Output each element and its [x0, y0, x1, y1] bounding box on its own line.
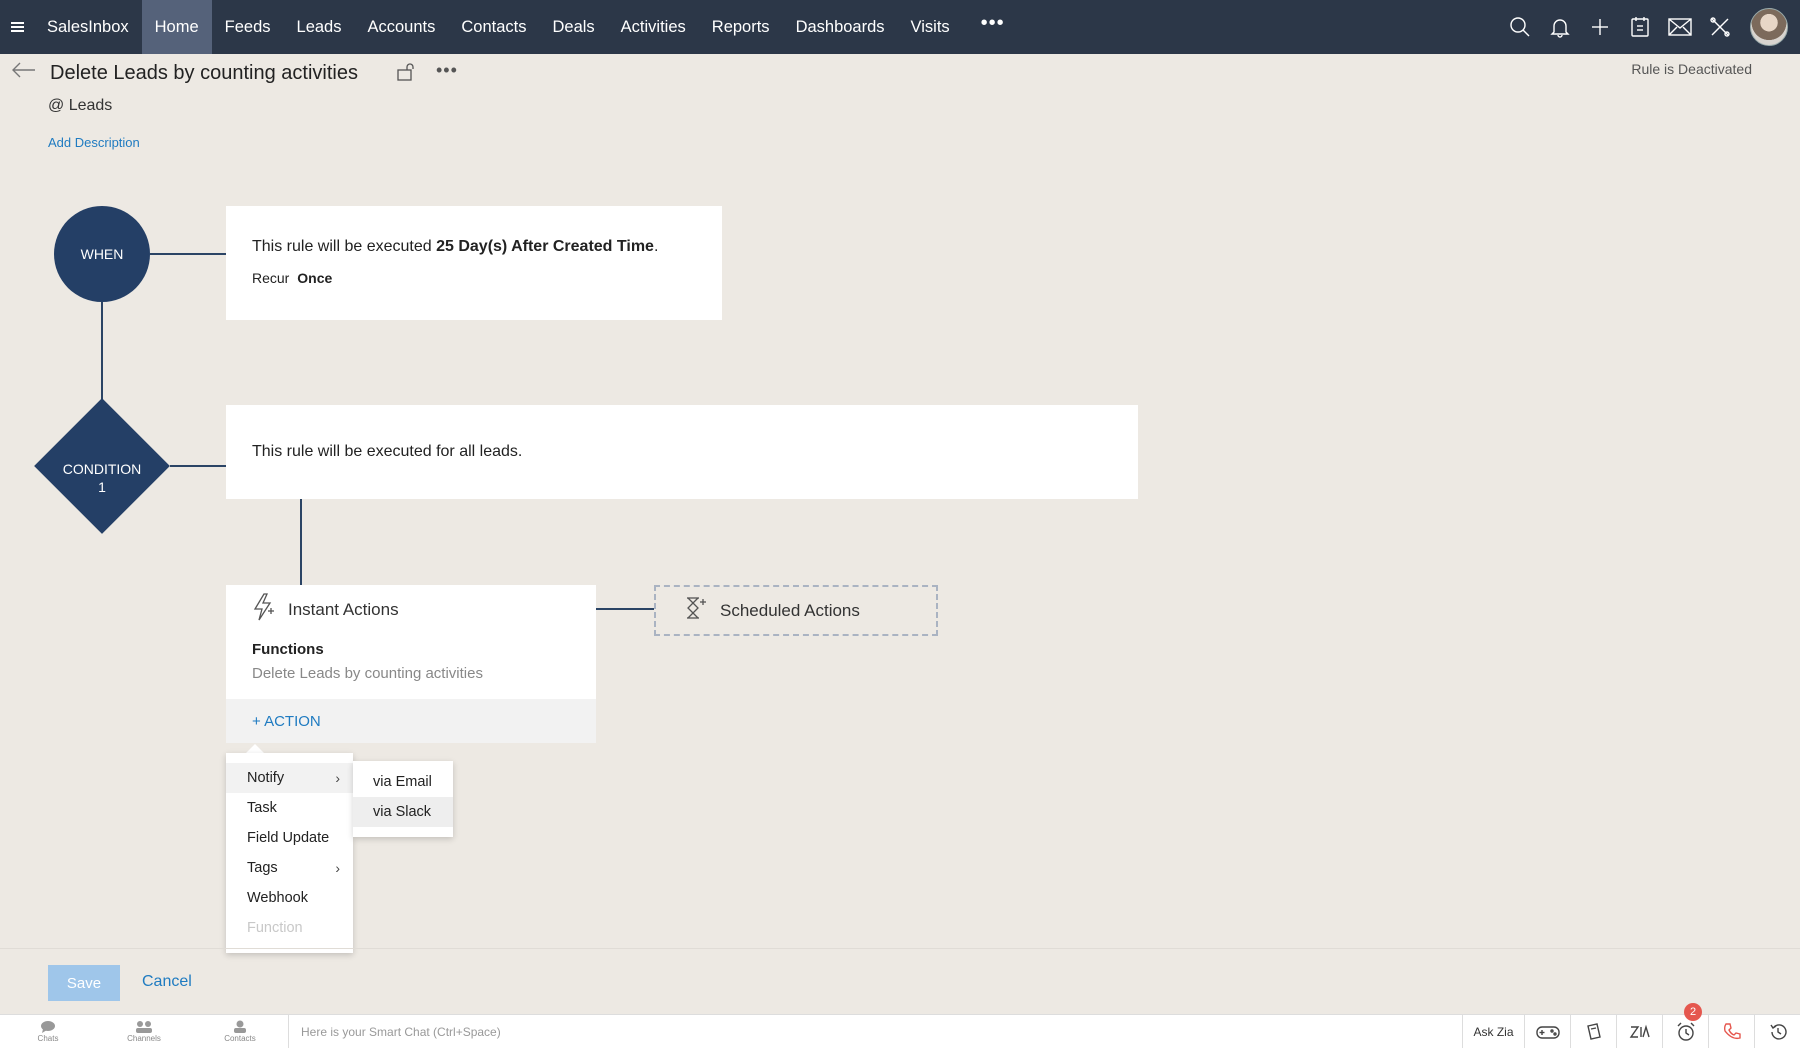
connector-when-condition — [101, 302, 103, 412]
phone-icon[interactable] — [1708, 1015, 1754, 1048]
nav-item-salesinbox[interactable]: SalesInbox — [34, 0, 142, 54]
nav-item-reports[interactable]: Reports — [699, 0, 783, 54]
chats-label: Chats — [37, 1034, 59, 1043]
unlock-icon[interactable] — [397, 63, 417, 86]
plus-icon[interactable] — [1580, 0, 1620, 54]
back-arrow-icon[interactable] — [12, 62, 36, 78]
tools-icon[interactable] — [1700, 0, 1740, 54]
menu-item-notify[interactable]: Notify › — [226, 763, 353, 793]
user-avatar[interactable] — [1750, 8, 1788, 46]
nav-item-accounts[interactable]: Accounts — [354, 0, 448, 54]
page-title: Delete Leads by counting activities — [50, 62, 358, 84]
nav-item-visits[interactable]: Visits — [898, 0, 963, 54]
when-node-label: WHEN — [80, 246, 124, 262]
condition-label-line1: CONDITION — [62, 461, 142, 477]
condition-label-line2: 1 — [98, 479, 106, 495]
bell-icon[interactable] — [1540, 0, 1580, 54]
cancel-button[interactable]: Cancel — [142, 973, 192, 991]
person-icon — [234, 1020, 246, 1033]
add-action-button[interactable]: + ACTION — [226, 699, 596, 743]
search-icon[interactable] — [1500, 0, 1540, 54]
when-node: WHEN — [54, 206, 150, 302]
connector-when-card — [150, 253, 226, 255]
footer-divider — [0, 948, 1800, 949]
smart-chat-input[interactable]: Here is your Smart Chat (Ctrl+Space) — [288, 1015, 1462, 1048]
nav-item-feeds[interactable]: Feeds — [212, 0, 284, 54]
menu-item-task[interactable]: Task — [226, 793, 353, 823]
submenu-item-via-slack[interactable]: via Slack — [353, 797, 453, 827]
chevron-right-icon: › — [335, 770, 340, 786]
menu-item-field-update[interactable]: Field Update — [226, 823, 353, 853]
condition-node-label: CONDITION 1 — [42, 460, 162, 496]
ask-zia-button[interactable]: Ask Zia — [1462, 1015, 1524, 1048]
hamburger-menu-icon[interactable] — [0, 0, 34, 54]
nav-item-contacts[interactable]: Contacts — [448, 0, 539, 54]
when-text-suffix: . — [653, 238, 659, 255]
group-icon — [136, 1021, 152, 1033]
instant-actions-card: Instant Actions Functions Delete Leads b… — [226, 585, 596, 743]
functions-title: Functions — [252, 641, 324, 658]
notes-icon[interactable] — [1570, 1015, 1616, 1048]
action-menu: Notify › Task Field Update Tags › Webhoo… — [226, 753, 353, 953]
nav-more-icon[interactable]: ••• — [963, 0, 1023, 50]
recur-label: Recur — [252, 270, 290, 286]
nav-item-activities[interactable]: Activities — [608, 0, 699, 54]
connector-condition-card — [170, 465, 226, 467]
scheduled-actions-title: Scheduled Actions — [720, 600, 860, 620]
menu-item-webhook[interactable]: Webhook — [226, 883, 353, 913]
nav-item-leads[interactable]: Leads — [284, 0, 355, 54]
instant-actions-header: Instant Actions — [252, 593, 399, 626]
functions-value[interactable]: Delete Leads by counting activities — [252, 665, 483, 682]
top-navigation: SalesInbox Home Feeds Leads Accounts Con… — [0, 0, 1800, 54]
nav-item-home[interactable]: Home — [141, 0, 212, 54]
when-card[interactable]: This rule will be executed 25 Day(s) Aft… — [226, 206, 722, 320]
condition-text: This rule will be executed for all leads… — [252, 443, 523, 460]
bottom-bar-tools: Ask Zia 2 — [1462, 1003, 1800, 1048]
contacts-label: Contacts — [224, 1034, 256, 1043]
bottom-bar: Chats Channels Contacts Here is your Sma… — [0, 1003, 1800, 1048]
instant-actions-title: Instant Actions — [288, 599, 399, 619]
recur-line: Recur Once — [252, 270, 696, 286]
history-icon[interactable] — [1754, 1015, 1800, 1048]
add-description-link[interactable]: Add Description — [48, 135, 140, 150]
hourglass-icon — [684, 596, 708, 625]
connector-instant-scheduled — [596, 608, 654, 610]
zia-icon[interactable] — [1616, 1015, 1662, 1048]
channels-label: Channels — [127, 1034, 161, 1043]
when-description: This rule will be executed 25 Day(s) Aft… — [252, 238, 696, 256]
recur-value: Once — [297, 270, 333, 286]
rule-status-text: Rule is Deactivated — [1631, 61, 1752, 77]
submenu-item-via-email[interactable]: via Email — [353, 767, 453, 797]
chat-bubble-icon — [41, 1021, 55, 1033]
save-button[interactable]: Save — [48, 965, 120, 1001]
connector-condition-actions — [300, 499, 302, 585]
module-label: @ Leads — [48, 97, 113, 114]
nav-right-tools — [1500, 0, 1800, 54]
when-text-bold: 25 Day(s) After Created Time — [436, 238, 654, 255]
menu-item-tags[interactable]: Tags › — [226, 853, 353, 883]
menu-item-function: Function — [247, 920, 303, 936]
scheduled-actions-box[interactable]: Scheduled Actions — [654, 585, 938, 636]
nav-item-deals[interactable]: Deals — [539, 0, 607, 54]
calendar-icon[interactable] — [1620, 0, 1660, 54]
menu-caret — [246, 744, 264, 753]
condition-card[interactable]: This rule will be executed for all leads… — [226, 405, 1138, 499]
notify-submenu: via Email via Slack — [353, 761, 453, 837]
notification-badge: 2 — [1684, 1003, 1702, 1021]
title-more-options-icon[interactable]: ••• — [436, 60, 458, 81]
gamepad-icon[interactable] — [1524, 1015, 1570, 1048]
lightning-icon — [252, 593, 276, 626]
menu-item-notify-label: Notify — [247, 770, 285, 786]
menu-item-tags-label: Tags — [247, 860, 278, 876]
when-text-prefix: This rule will be executed — [252, 238, 437, 255]
chevron-right-icon: › — [335, 860, 340, 876]
mail-icon[interactable] — [1660, 0, 1700, 54]
chats-tab[interactable]: Chats — [0, 1015, 96, 1048]
channels-tab[interactable]: Channels — [96, 1015, 192, 1048]
contacts-tab[interactable]: Contacts — [192, 1015, 288, 1048]
nav-item-dashboards[interactable]: Dashboards — [783, 0, 898, 54]
alarm-clock-icon[interactable]: 2 — [1662, 1003, 1708, 1048]
